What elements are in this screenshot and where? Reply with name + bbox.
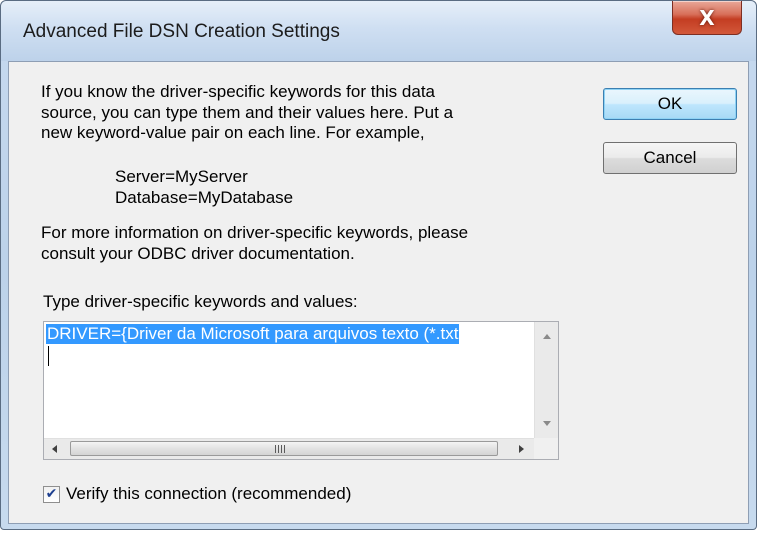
scroll-down-arrow-icon[interactable]: [543, 421, 551, 426]
title-bar[interactable]: Advanced File DSN Creation Settings X: [1, 1, 756, 61]
keywords-textarea[interactable]: DRIVER={Driver da Microsoft para arquivo…: [43, 321, 559, 460]
description-line-1: If you know the driver-specific keywords…: [41, 82, 435, 101]
window-title: Advanced File DSN Creation Settings: [23, 21, 340, 42]
description-line-3: new keyword-value pair on each line. For…: [41, 123, 425, 142]
scroll-left-arrow-icon[interactable]: [52, 445, 57, 453]
more-info-line-2: consult your ODBC driver documentation.: [41, 243, 355, 263]
checkmark-icon: ✔: [45, 486, 58, 502]
close-button[interactable]: X: [672, 1, 742, 35]
example-line-server: Server=MyServer: [115, 167, 248, 186]
scroll-up-arrow-icon[interactable]: [543, 334, 551, 339]
horizontal-scroll-thumb[interactable]: [70, 441, 498, 456]
verify-connection-label[interactable]: Verify this connection (recommended): [66, 484, 351, 504]
description-text: If you know the driver-specific keywords…: [41, 82, 571, 144]
selected-driver-line[interactable]: DRIVER={Driver da Microsoft para arquivo…: [46, 324, 460, 344]
ok-button[interactable]: OK: [603, 88, 737, 120]
more-info-line-1: For more information on driver-specific …: [41, 223, 469, 242]
verify-connection-row[interactable]: ✔ Verify this connection (recommended): [43, 484, 351, 504]
horizontal-scrollbar[interactable]: [44, 438, 534, 459]
close-icon: X: [699, 5, 715, 30]
verify-connection-checkbox[interactable]: ✔: [43, 485, 60, 503]
example-text: Server=MyServer Database=MyDatabase: [115, 166, 293, 208]
text-caret: [48, 346, 49, 366]
keywords-label: Type driver-specific keywords and values…: [43, 292, 358, 311]
scrollbar-corner: [534, 438, 558, 459]
dialog-client-area: If you know the driver-specific keywords…: [8, 61, 749, 524]
more-info-text: For more information on driver-specific …: [41, 223, 571, 264]
example-line-database: Database=MyDatabase: [115, 188, 294, 207]
description-line-2: source, you can type them and their valu…: [41, 102, 454, 122]
vertical-scrollbar[interactable]: [534, 322, 558, 438]
scroll-right-arrow-icon[interactable]: [519, 445, 524, 453]
cancel-button[interactable]: Cancel: [603, 142, 737, 174]
scroll-grip-icon: [275, 445, 285, 453]
dialog-window: Advanced File DSN Creation Settings X If…: [0, 0, 757, 530]
keywords-text-content[interactable]: DRIVER={Driver da Microsoft para arquivo…: [46, 324, 532, 438]
